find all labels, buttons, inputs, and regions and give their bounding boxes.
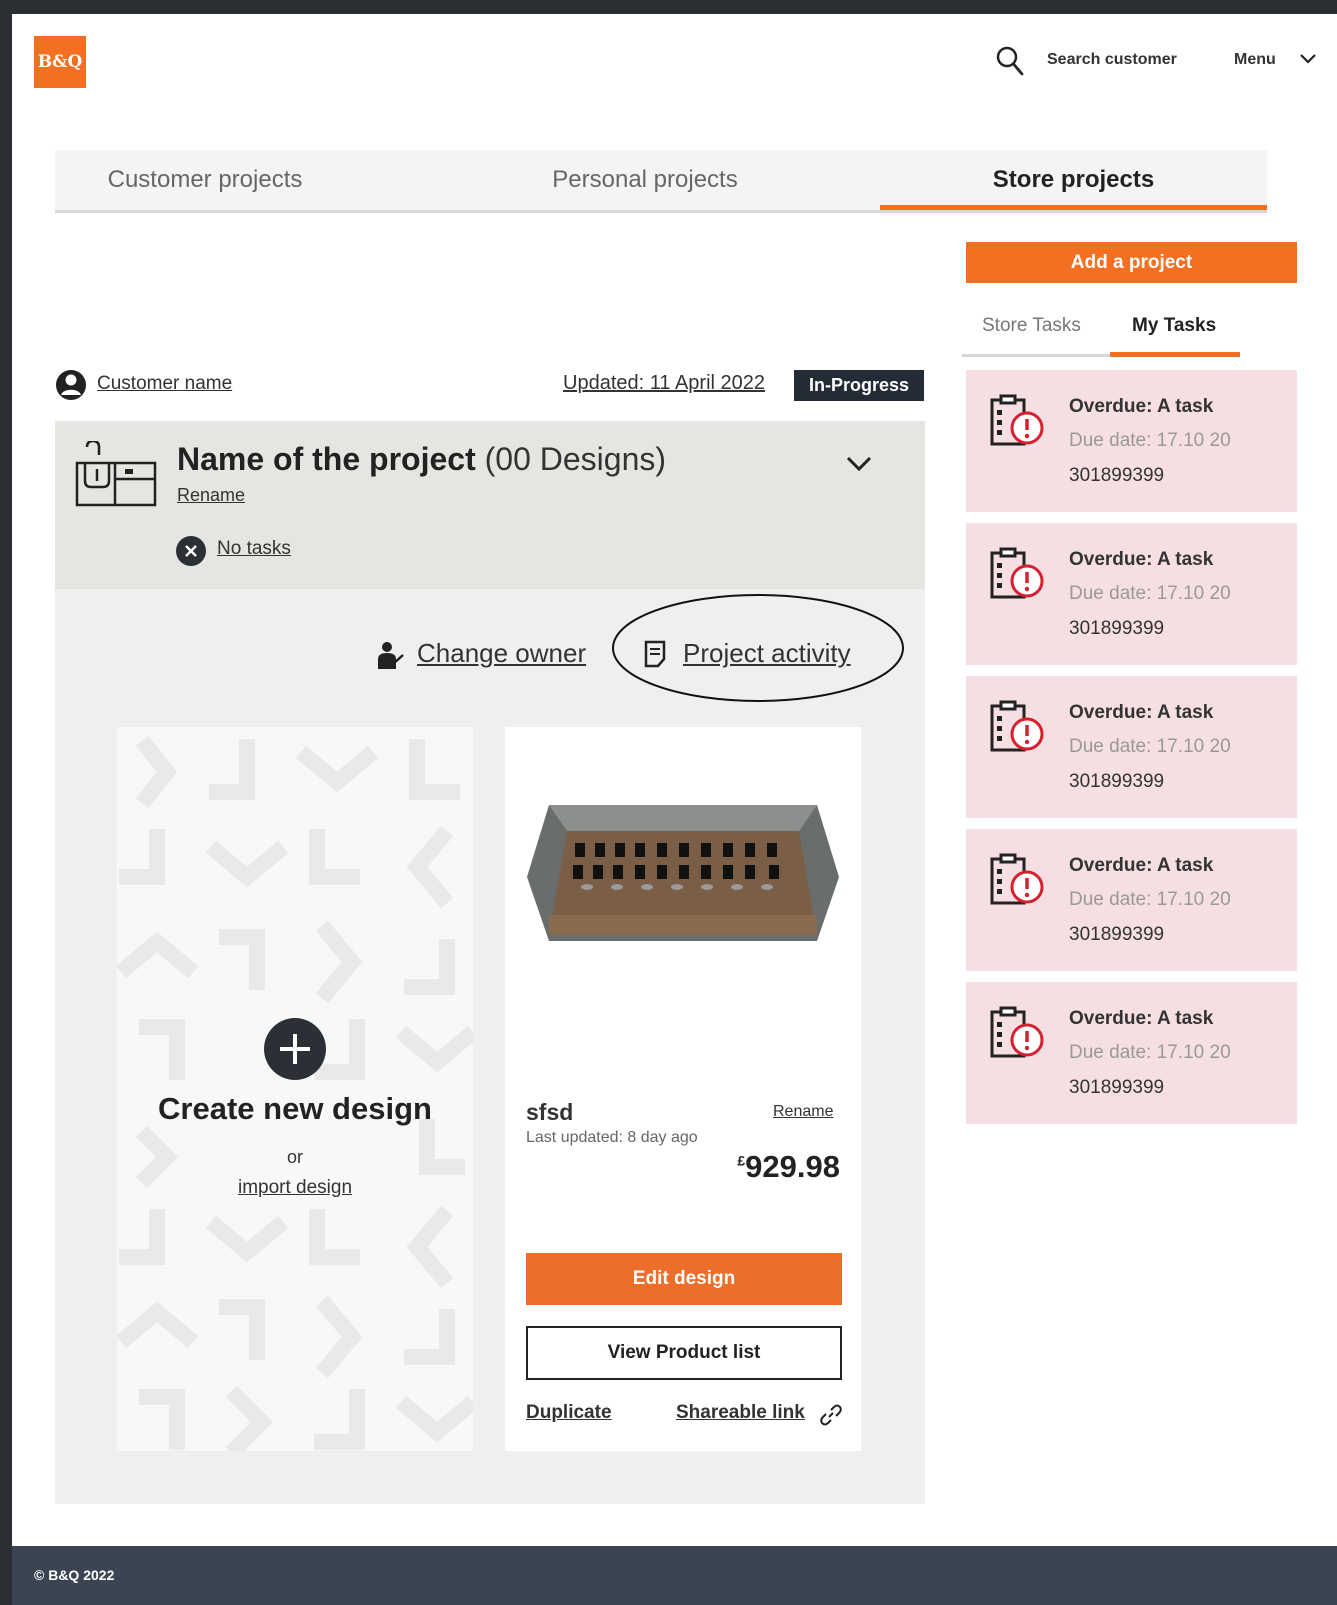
task-number: 301899399	[1069, 618, 1165, 639]
tab-personal-projects[interactable]: Personal projects	[495, 150, 795, 210]
view-product-list-button[interactable]: View Product list	[526, 1326, 842, 1380]
clipboard-alert-icon	[988, 853, 1048, 914]
design-price: £929.98	[737, 1149, 840, 1185]
task-card[interactable]: Overdue: A task Due date: 17.10 20 3018993…	[966, 676, 1297, 818]
task-due-date: Due date: 17.10 20	[1069, 430, 1231, 451]
project-title: Name of the project (00 Designs)	[177, 441, 666, 478]
or-label: or	[286, 1147, 303, 1167]
task-title: Overdue: A task	[1069, 549, 1214, 570]
menu-button[interactable]: Menu	[1234, 51, 1276, 69]
task-card[interactable]: Overdue: A task Due date: 17.10 20 3018993…	[966, 982, 1297, 1124]
change-owner-icon	[375, 641, 405, 676]
task-due-date: Due date: 17.10 20	[1069, 1042, 1231, 1063]
task-number: 301899399	[1069, 1077, 1165, 1098]
design-card: sfsd Rename Last updated: 8 day ago £929…	[505, 727, 861, 1451]
highlight-ellipse	[612, 594, 904, 702]
task-title: Overdue: A task	[1069, 396, 1214, 417]
task-due-date: Due date: 17.10 20	[1069, 889, 1231, 910]
edit-design-button[interactable]: Edit design	[526, 1253, 842, 1305]
task-number: 301899399	[1069, 771, 1165, 792]
link-icon[interactable]	[820, 1404, 842, 1431]
tab-my-tasks[interactable]: My Tasks	[1132, 308, 1216, 344]
project-header: Name of the project (00 Designs) Rename …	[55, 421, 925, 589]
rename-project-link[interactable]: Rename	[177, 485, 245, 506]
change-owner-link[interactable]: Change owner	[417, 638, 586, 669]
clipboard-alert-icon	[988, 700, 1048, 761]
task-title: Overdue: A task	[1069, 855, 1214, 876]
task-card[interactable]: Overdue: A task Due date: 17.10 20 3018993…	[966, 523, 1297, 665]
last-updated: Last updated: 8 day ago	[526, 1129, 698, 1146]
footer: © B&Q 2022	[12, 1546, 1337, 1605]
currency-symbol: £	[737, 1152, 746, 1169]
copyright-text: © B&Q 2022	[34, 1567, 115, 1583]
create-design-card[interactable]: Create new design or import design	[117, 727, 473, 1451]
close-circle-icon	[175, 535, 207, 572]
active-tab-indicator	[880, 205, 1267, 210]
active-subtab-indicator	[1110, 352, 1240, 357]
chevron-down-icon[interactable]	[845, 455, 873, 478]
search-icon[interactable]	[996, 46, 1024, 81]
add-project-button[interactable]: Add a project	[966, 242, 1297, 283]
task-number: 301899399	[1069, 924, 1165, 945]
add-circle-icon[interactable]	[263, 1017, 327, 1086]
task-due-date: Due date: 17.10 20	[1069, 583, 1231, 604]
no-tasks-link[interactable]: No tasks	[217, 538, 291, 560]
chevron-down-icon[interactable]	[1299, 52, 1317, 71]
clipboard-alert-icon	[988, 1006, 1048, 1067]
create-design-title: Create new design	[158, 1091, 432, 1126]
tab-customer-projects[interactable]: Customer projects	[55, 150, 355, 210]
chevron-pattern	[117, 735, 473, 1451]
project-name: Name of the project	[177, 441, 476, 477]
shareable-link[interactable]: Shareable link	[676, 1402, 805, 1424]
price-value: 929.98	[745, 1149, 840, 1184]
design-thumbnail[interactable]	[527, 805, 839, 941]
task-due-date: Due date: 17.10 20	[1069, 736, 1231, 757]
clipboard-alert-icon	[988, 547, 1048, 608]
import-design-link[interactable]: import design	[117, 1177, 473, 1199]
duplicate-link[interactable]: Duplicate	[526, 1402, 612, 1424]
tab-store-projects[interactable]: Store projects	[880, 150, 1267, 210]
task-number: 301899399	[1069, 465, 1165, 486]
customer-name-link[interactable]: Customer name	[97, 373, 232, 395]
design-name: sfsd	[526, 1099, 574, 1125]
clipboard-alert-icon	[988, 394, 1048, 455]
tab-store-tasks[interactable]: Store Tasks	[982, 308, 1081, 344]
search-customer-link[interactable]: Search customer	[1047, 51, 1177, 69]
designs-count: (00 Designs)	[484, 441, 667, 477]
task-subtabs: Store Tasks My Tasks	[962, 308, 1297, 358]
user-icon	[55, 368, 87, 407]
task-title: Overdue: A task	[1069, 702, 1214, 723]
rename-design-link[interactable]: Rename	[773, 1103, 833, 1121]
task-title: Overdue: A task	[1069, 1008, 1214, 1029]
kitchen-sink-icon	[75, 439, 159, 514]
task-card[interactable]: Overdue: A task Due date: 17.10 20 3018993…	[966, 370, 1297, 512]
brand-logo[interactable]: B&Q	[34, 36, 86, 88]
updated-date: Updated: 11 April 2022	[563, 372, 766, 394]
logo-text: B&Q	[37, 52, 83, 72]
project-tabs: Customer projects Personal projects Stor…	[55, 150, 1267, 213]
task-card[interactable]: Overdue: A task Due date: 17.10 20 3018993…	[966, 829, 1297, 971]
status-badge: In-Progress	[794, 370, 924, 401]
